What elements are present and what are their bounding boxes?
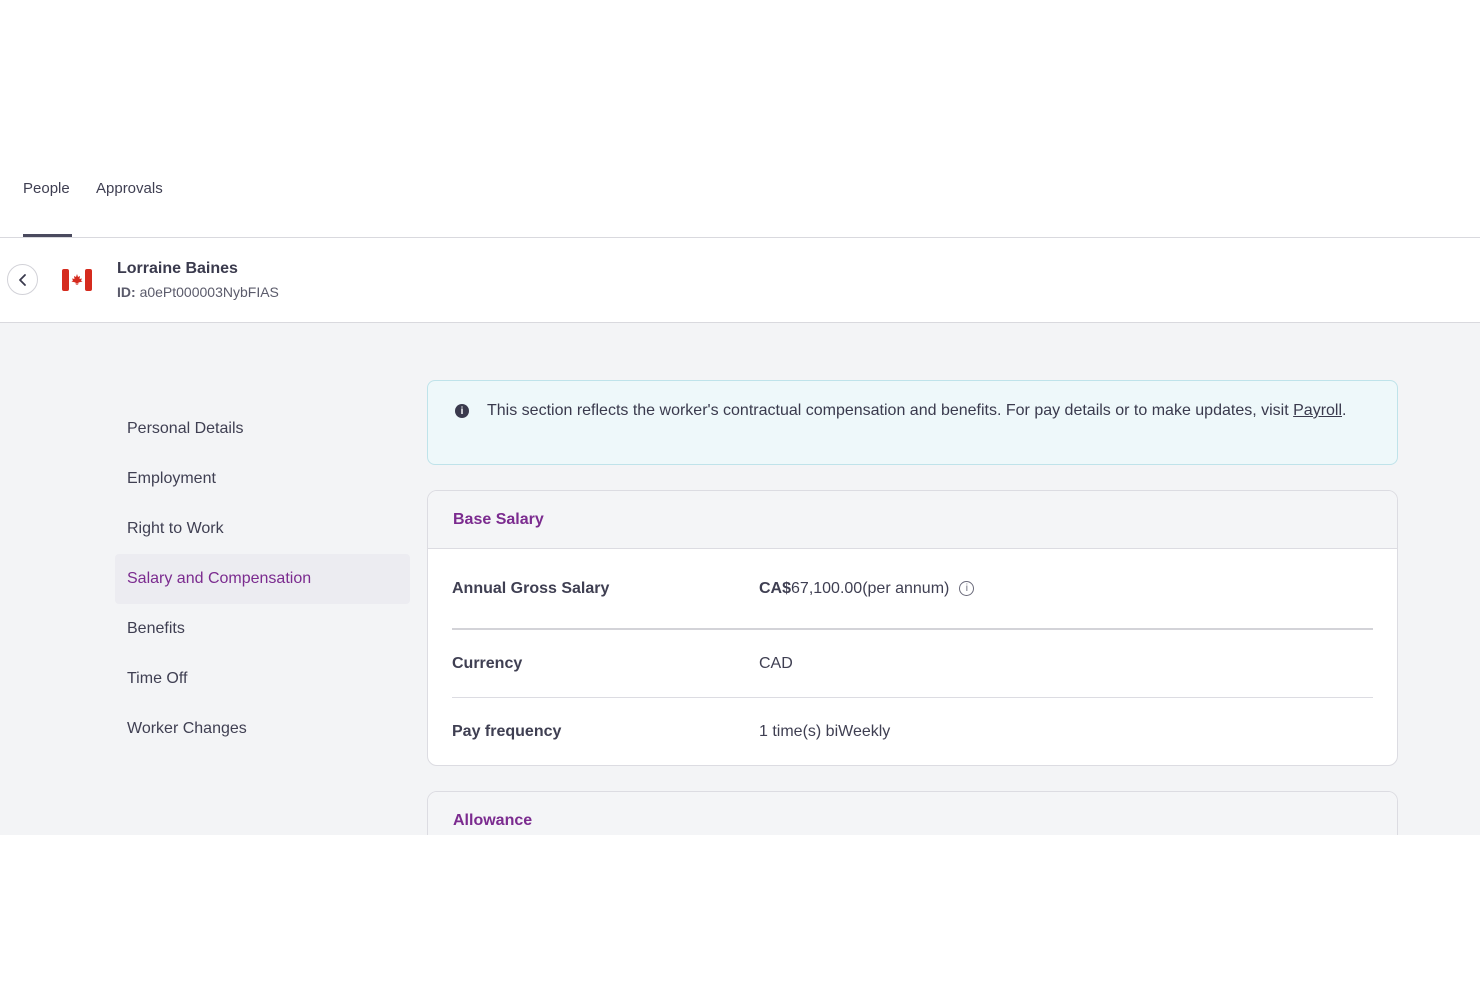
- worker-id-value: a0ePt000003NybFIAS: [139, 284, 279, 300]
- base-salary-card: Base Salary Annual Gross Salary CA$ 67,10…: [427, 490, 1398, 766]
- main-content: Personal Details Employment Right to Wor…: [0, 323, 1480, 835]
- top-tabs: People Approvals: [0, 0, 1480, 238]
- pay-frequency-label: Pay frequency: [452, 723, 562, 740]
- allowance-title: Allowance: [428, 792, 1397, 835]
- section-nav: Personal Details Employment Right to Wor…: [115, 404, 410, 754]
- info-icon: i: [455, 404, 469, 418]
- active-tab-indicator: [23, 234, 72, 237]
- nav-item-worker-changes[interactable]: Worker Changes: [115, 704, 410, 754]
- nav-item-benefits[interactable]: Benefits: [115, 604, 410, 654]
- pay-frequency-value: 1 time(s) biWeekly: [759, 723, 891, 740]
- currency-value: CAD: [759, 654, 793, 672]
- canada-flag-icon: [62, 269, 92, 291]
- annual-gross-salary-label: Annual Gross Salary: [452, 579, 610, 597]
- currency-prefix: CA$: [759, 579, 792, 597]
- nav-item-personal-details[interactable]: Personal Details: [115, 404, 410, 454]
- chevron-left-icon: [18, 273, 26, 286]
- nav-item-salary-and-compensation[interactable]: Salary and Compensation: [115, 554, 410, 604]
- info-banner-suffix: .: [1342, 402, 1347, 419]
- currency-row: Currency CAD: [452, 630, 1373, 698]
- info-outline-icon[interactable]: i: [959, 581, 975, 596]
- info-banner: i This section reflects the worker's con…: [427, 380, 1398, 465]
- currency-label: Currency: [452, 654, 523, 672]
- worker-name: Lorraine Baines: [117, 260, 238, 277]
- info-banner-message: This section reflects the worker's contr…: [487, 402, 1289, 419]
- pay-frequency-row: Pay frequency 1 time(s) biWeekly: [452, 698, 1373, 765]
- payroll-link[interactable]: Payroll: [1293, 402, 1342, 419]
- nav-item-employment[interactable]: Employment: [115, 454, 410, 504]
- worker-id-label: ID:: [117, 284, 136, 300]
- nav-item-time-off[interactable]: Time Off: [115, 654, 410, 704]
- worker-header: Lorraine Baines ID: a0ePt000003NybFIAS: [0, 238, 1480, 323]
- annual-gross-salary-value: CA$ 67,100.00(per annum) i: [759, 579, 975, 598]
- base-salary-title: Base Salary: [428, 491, 1397, 549]
- allowance-card: Allowance: [427, 791, 1398, 835]
- tab-people[interactable]: People: [23, 180, 70, 197]
- tab-approvals[interactable]: Approvals: [96, 180, 163, 197]
- annual-gross-salary-row: Annual Gross Salary CA$ 67,100.00(per ann…: [452, 549, 1373, 630]
- nav-item-right-to-work[interactable]: Right to Work: [115, 504, 410, 554]
- info-banner-text: This section reflects the worker's contr…: [487, 398, 1387, 423]
- worker-id: ID: a0ePt000003NybFIAS: [117, 284, 279, 300]
- back-button[interactable]: [7, 264, 38, 295]
- salary-amount: 67,100.00(per annum): [791, 579, 950, 597]
